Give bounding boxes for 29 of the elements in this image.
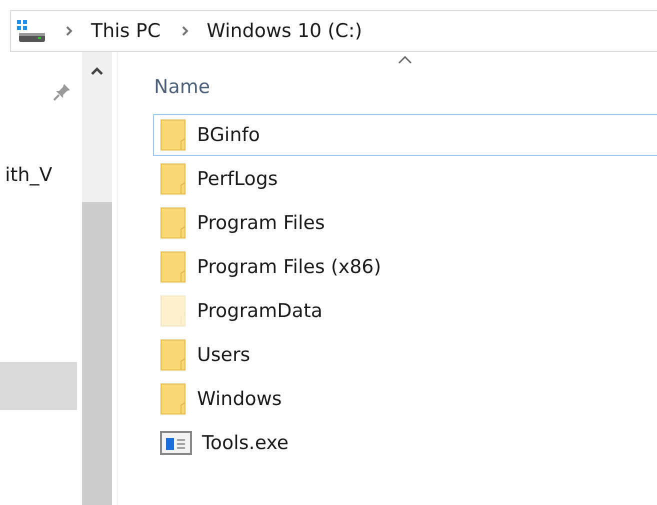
nav-item[interactable]: ith_V xyxy=(0,164,77,186)
breadcrumb[interactable]: Windows 10 (C:) xyxy=(206,20,362,42)
nav-item-highlight[interactable] xyxy=(0,362,77,410)
file-name[interactable]: Windows xyxy=(197,388,282,410)
file-row[interactable]: BGinfo xyxy=(153,114,657,156)
scroll-up-icon[interactable] xyxy=(90,66,104,76)
chevron-icon xyxy=(65,25,73,37)
file-row[interactable]: Windows xyxy=(153,378,657,420)
address-bar[interactable]: This PC Windows 10 (C:) xyxy=(10,10,657,52)
file-name[interactable]: Tools.exe xyxy=(202,432,289,454)
file-name[interactable]: ProgramData xyxy=(197,300,323,322)
breadcrumb[interactable]: This PC xyxy=(91,20,161,42)
file-name[interactable]: PerfLogs xyxy=(197,168,278,190)
drive-icon xyxy=(17,20,47,42)
column-header[interactable]: Name xyxy=(154,68,210,98)
file-row[interactable]: Program Files xyxy=(153,202,657,244)
pin-icon xyxy=(52,82,72,102)
file-name[interactable]: Program Files (x86) xyxy=(197,256,382,278)
file-name[interactable]: Program Files xyxy=(197,212,325,234)
file-row[interactable]: ProgramData xyxy=(153,290,657,332)
file-row[interactable]: PerfLogs xyxy=(153,158,657,200)
scrollbar-thumb[interactable] xyxy=(82,202,112,505)
file-row[interactable]: Users xyxy=(153,334,657,376)
scrollbar[interactable] xyxy=(82,52,112,505)
file-row[interactable]: Tools.exe xyxy=(153,422,657,464)
file-row[interactable]: Program Files (x86) xyxy=(153,246,657,288)
chevron-icon xyxy=(180,25,189,37)
file-name[interactable]: Users xyxy=(197,344,250,366)
file-name[interactable]: BGinfo xyxy=(197,124,260,146)
